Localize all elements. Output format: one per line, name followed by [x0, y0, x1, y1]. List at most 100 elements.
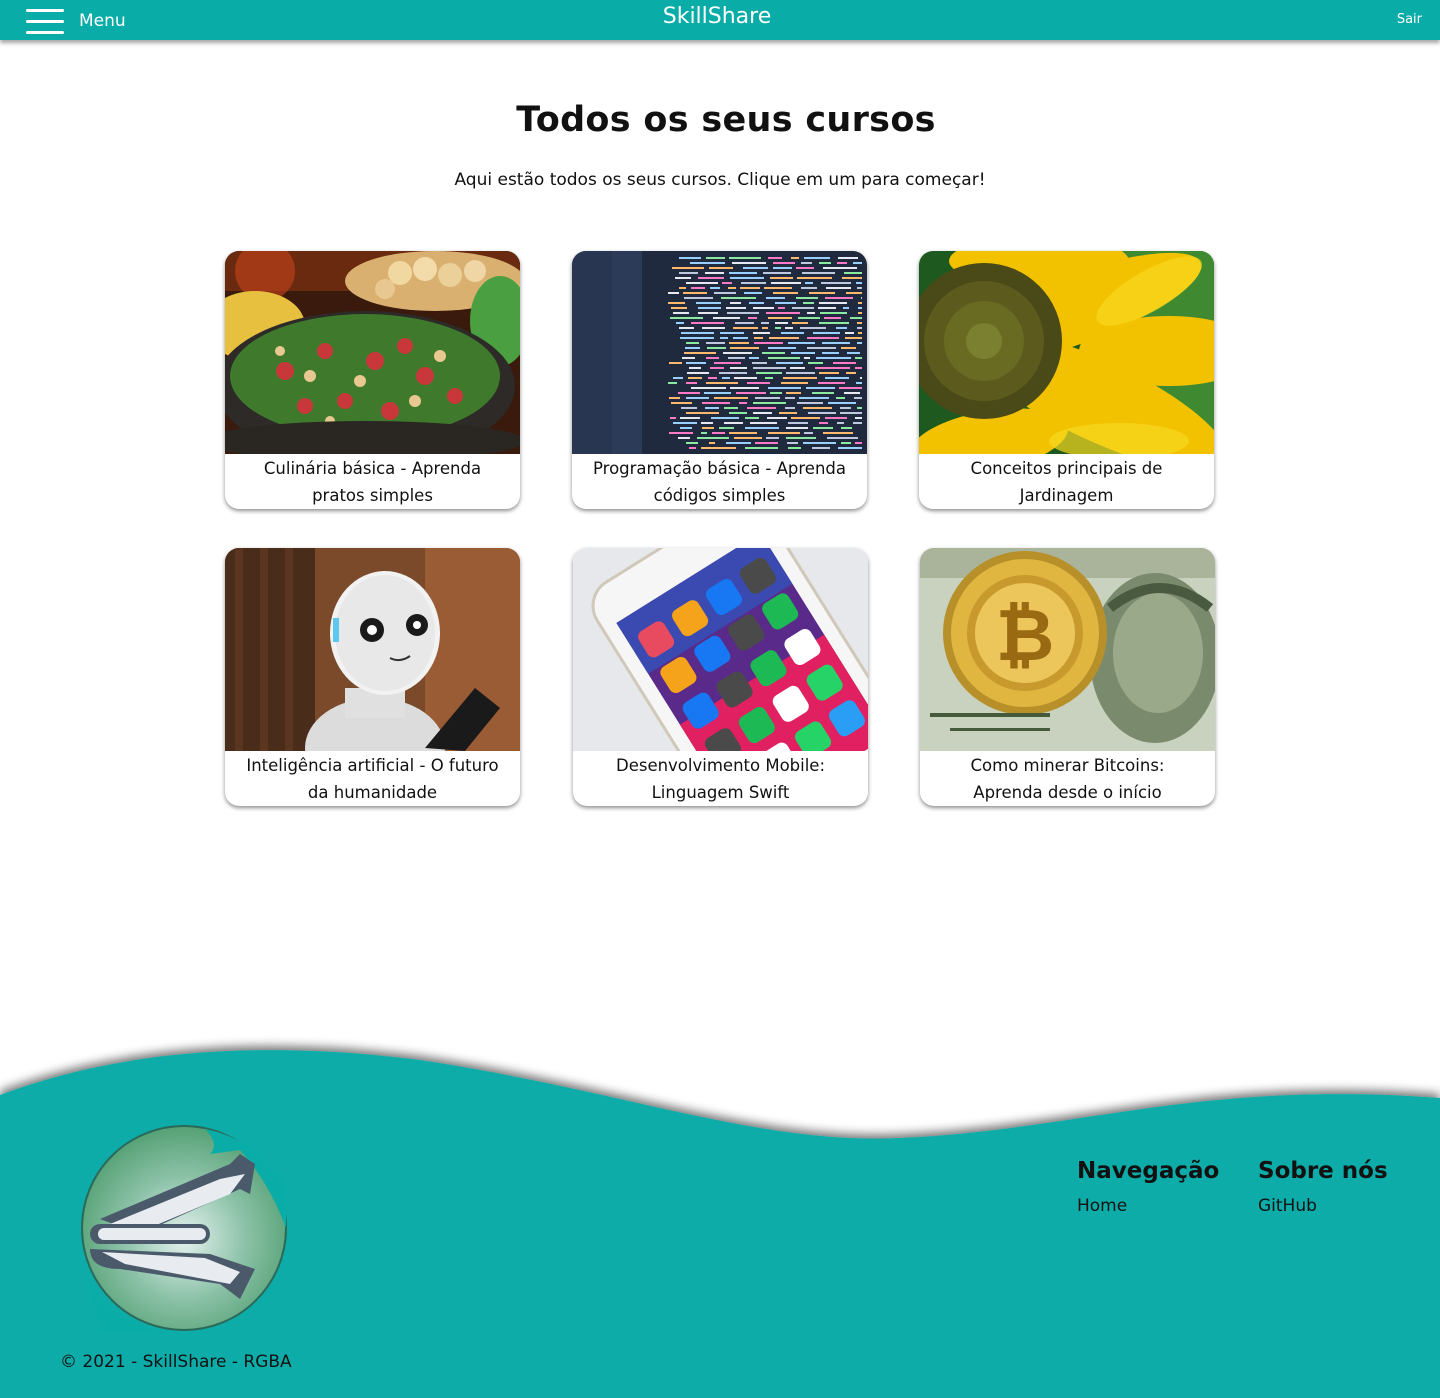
code-line: [823, 432, 853, 434]
code-line: [768, 317, 792, 319]
code-line: [792, 322, 808, 324]
code-line: [791, 257, 799, 259]
code-line: [753, 307, 774, 309]
code-line: [678, 437, 690, 439]
code-line: [733, 327, 758, 329]
code-line: [824, 317, 841, 319]
code-line: [729, 342, 749, 344]
code-line: [756, 372, 782, 374]
sunflower-image: [919, 251, 1214, 454]
code-line: [747, 407, 776, 409]
course-card-ia[interactable]: Inteligência artificial - O futuro da hu…: [225, 548, 520, 806]
code-line: [819, 262, 831, 264]
code-line: [842, 277, 862, 279]
course-card-jardinagem[interactable]: Conceitos principais de Jardinagem: [919, 251, 1214, 509]
code-line: [807, 337, 839, 339]
code-line: [841, 442, 851, 444]
code-line: [843, 307, 849, 309]
code-line: [769, 337, 799, 339]
code-line: [825, 297, 853, 299]
code-line: [720, 332, 744, 334]
code-line: [690, 262, 725, 264]
brand-title: SkillShare: [662, 4, 772, 29]
code-line: [679, 257, 701, 259]
code-line: [714, 397, 748, 399]
code-line: [785, 327, 793, 329]
code-line: [785, 407, 795, 409]
code-line: [788, 447, 801, 449]
code-line: [754, 337, 763, 339]
code-line: [686, 412, 719, 414]
code-line: [678, 392, 700, 394]
code-line: [698, 307, 721, 309]
code-line: [686, 282, 718, 284]
code-line: [748, 317, 757, 319]
code-line: [676, 322, 684, 324]
code-line: [781, 332, 804, 334]
code-line: [825, 417, 847, 419]
code-line: [845, 332, 854, 334]
code-line: [702, 327, 725, 329]
code-line: [735, 322, 754, 324]
course-card-culinaria[interactable]: Culinária básica - Aprenda pratos simple…: [225, 251, 520, 509]
code-line: [775, 327, 781, 329]
code-line: [688, 377, 702, 379]
code-line: [744, 292, 762, 294]
code-line: [801, 262, 812, 264]
footer-link-github[interactable]: GitHub: [1258, 1196, 1388, 1216]
code-line: [820, 312, 847, 314]
code-line: [790, 367, 805, 369]
code-line: [853, 262, 862, 264]
code-line: [701, 432, 707, 434]
code-line: [819, 322, 849, 324]
code-line: [730, 302, 741, 304]
code-line: [729, 257, 761, 259]
code-line: [791, 352, 815, 354]
code-line: [768, 387, 801, 389]
code-line: [706, 382, 738, 384]
code-line: [686, 382, 697, 384]
code-line: [846, 292, 862, 294]
code-line: [669, 362, 682, 364]
code-line: [702, 402, 730, 404]
code-line: [685, 347, 700, 349]
logout-link[interactable]: Sair: [1397, 12, 1422, 27]
code-line: [701, 447, 736, 449]
code-line: [770, 392, 782, 394]
code-line: [786, 427, 808, 429]
code-line: [845, 337, 862, 339]
code-line: [709, 442, 715, 444]
code-line: [740, 287, 760, 289]
code-line: [763, 272, 791, 274]
code-line: [730, 277, 764, 279]
copyright-text: © 2021 - SkillShare - RGBA: [60, 1352, 292, 1372]
code-line: [836, 327, 847, 329]
code-line: [724, 422, 743, 424]
page-subtitle: Aqui estão todos os seus cursos. Clique …: [454, 170, 986, 190]
code-line: [821, 282, 851, 284]
code-line: [728, 357, 745, 359]
code-line: [673, 377, 683, 379]
code-line: [743, 267, 768, 269]
code-line: [803, 407, 832, 409]
course-card-bitcoin[interactable]: ₿ Como minerar Bitcoins: Aprenda desde o…: [920, 548, 1215, 806]
code-line: [745, 447, 778, 449]
course-title: Programação básica - Aprenda códigos sim…: [592, 458, 847, 505]
code-screen-image: [572, 251, 867, 454]
code-line: [803, 302, 814, 304]
code-line: [706, 257, 725, 259]
footer-link-home[interactable]: Home: [1077, 1196, 1219, 1216]
code-line: [741, 282, 766, 284]
food-dish-image: [225, 251, 520, 454]
code-line: [707, 347, 726, 349]
course-card-mobile[interactable]: Desenvolvimento Mobile: Linguagem Swift: [573, 548, 868, 806]
course-card-programacao[interactable]: Programação básica - Aprenda códigos sim…: [572, 251, 867, 509]
code-line: [726, 442, 751, 444]
code-line: [734, 437, 762, 439]
code-line: [675, 277, 691, 279]
code-line: [753, 402, 786, 404]
code-line: [686, 442, 698, 444]
code-line: [822, 352, 839, 354]
code-line: [709, 267, 733, 269]
code-line: [671, 307, 687, 309]
